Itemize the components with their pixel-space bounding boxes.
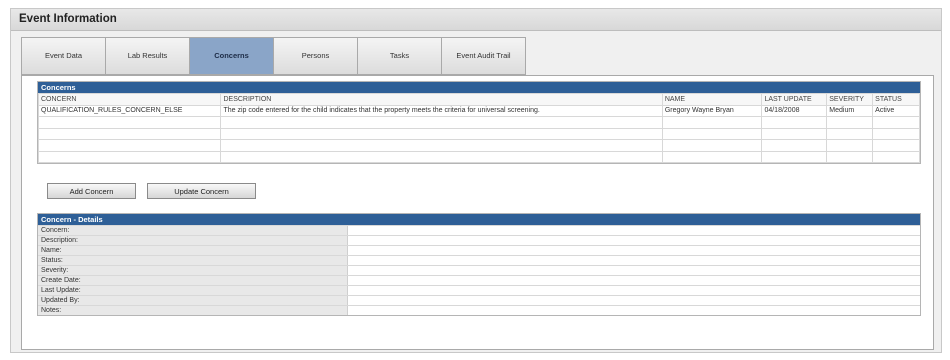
- detail-value: [348, 266, 920, 275]
- column-header-status[interactable]: STATUS: [872, 93, 920, 106]
- tab-persons[interactable]: Persons: [273, 37, 358, 75]
- column-header-description[interactable]: DESCRIPTION: [220, 93, 663, 106]
- concern-details-title: Concern - Details: [38, 214, 920, 225]
- empty-table-row: [37, 139, 920, 152]
- detail-label: Updated By:: [38, 296, 348, 305]
- tab-bar: Event Data Lab Results Concerns Persons …: [21, 37, 526, 75]
- cell-status: Active: [872, 104, 920, 117]
- tab-tasks-label: Tasks: [389, 51, 410, 60]
- detail-label: Concern:: [38, 226, 348, 235]
- update-concern-button-label: Update Concern: [174, 186, 229, 196]
- tab-lab-results[interactable]: Lab Results: [105, 37, 190, 75]
- detail-label: Notes:: [38, 306, 348, 315]
- concerns-table-header: CONCERN DESCRIPTION NAME LAST UPDATE SEV…: [37, 93, 920, 106]
- concerns-table: CONCERN DESCRIPTION NAME LAST UPDATE SEV…: [37, 93, 920, 163]
- tab-concerns-label: Concerns: [214, 51, 249, 60]
- cell-last-update: 04/18/2008: [761, 104, 828, 117]
- detail-row-severity: Severity:: [38, 265, 920, 275]
- column-header-last-update[interactable]: LAST UPDATE: [761, 93, 828, 106]
- column-header-severity[interactable]: SEVERITY: [826, 93, 874, 106]
- detail-row-concern: Concern:: [38, 225, 920, 235]
- column-header-name[interactable]: NAME: [661, 93, 763, 106]
- detail-value: [348, 306, 920, 315]
- detail-value: [348, 256, 920, 265]
- concern-details-panel: Concern - Details Concern: Description: …: [37, 213, 921, 316]
- detail-value: [348, 246, 920, 255]
- table-row[interactable]: QUALIFICATION_RULES_CONCERN_ELSE The zip…: [37, 104, 920, 117]
- detail-label: Severity:: [38, 266, 348, 275]
- detail-row-status: Status:: [38, 255, 920, 265]
- detail-value: [348, 276, 920, 285]
- detail-value: [348, 296, 920, 305]
- detail-value: [348, 286, 920, 295]
- detail-label: Create Date:: [38, 276, 348, 285]
- tab-concerns[interactable]: Concerns: [189, 37, 274, 75]
- detail-label: Last Update:: [38, 286, 348, 295]
- tab-tasks[interactable]: Tasks: [357, 37, 442, 75]
- tab-lab-results-label: Lab Results: [127, 51, 168, 60]
- tab-event-data-label: Event Data: [44, 51, 83, 60]
- empty-table-row: [37, 116, 920, 129]
- cell-name: Gregory Wayne Bryan: [661, 104, 763, 117]
- empty-table-row: [37, 150, 920, 163]
- add-concern-button-label: Add Concern: [69, 186, 114, 196]
- update-concern-button[interactable]: Update Concern: [147, 183, 256, 199]
- detail-value: [348, 236, 920, 245]
- detail-row-create-date: Create Date:: [38, 275, 920, 285]
- detail-label: Description:: [38, 236, 348, 245]
- empty-table-row: [37, 127, 920, 140]
- window-title-bar: Event Information: [11, 9, 941, 31]
- detail-label: Name:: [38, 246, 348, 255]
- detail-row-last-update: Last Update:: [38, 285, 920, 295]
- tab-event-audit-trail-label: Event Audit Trail: [456, 51, 511, 60]
- cell-concern: QUALIFICATION_RULES_CONCERN_ELSE: [37, 104, 222, 117]
- detail-row-name: Name:: [38, 245, 920, 255]
- window-title: Event Information: [19, 13, 117, 25]
- detail-row-description: Description:: [38, 235, 920, 245]
- tab-event-data[interactable]: Event Data: [21, 37, 106, 75]
- concerns-panel: Concerns CONCERN DESCRIPTION NAME LAST U…: [37, 81, 921, 164]
- tab-event-audit-trail[interactable]: Event Audit Trail: [441, 37, 526, 75]
- add-concern-button[interactable]: Add Concern: [47, 183, 136, 199]
- tab-persons-label: Persons: [301, 51, 330, 60]
- detail-row-notes: Notes:: [38, 305, 920, 315]
- detail-row-updated-by: Updated By:: [38, 295, 920, 305]
- detail-label: Status:: [38, 256, 348, 265]
- detail-value: [348, 226, 920, 235]
- cell-description: The zip code entered for the child indic…: [220, 104, 663, 117]
- column-header-concern[interactable]: CONCERN: [37, 93, 222, 106]
- cell-severity: Medium: [826, 104, 874, 117]
- concerns-panel-title: Concerns: [38, 82, 920, 93]
